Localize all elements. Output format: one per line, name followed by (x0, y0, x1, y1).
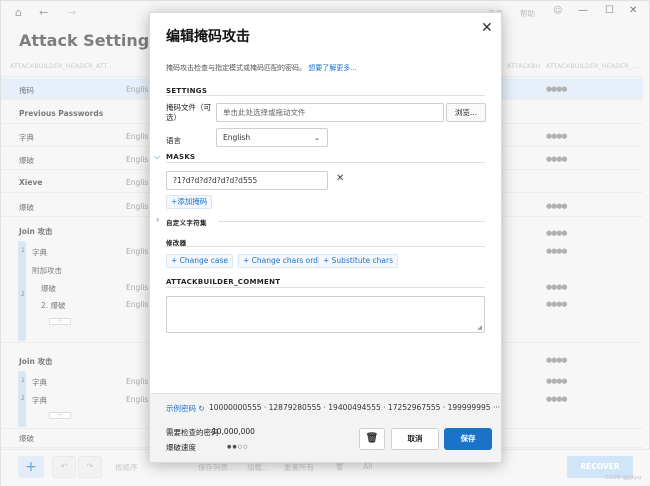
chevron-right-icon[interactable]: › (156, 215, 159, 224)
sample-passwords-values: 10000000555 · 12879280555 · 19400494555 … (209, 403, 501, 412)
comment-textarea[interactable]: ◢ (166, 296, 485, 333)
divider (166, 162, 485, 163)
dialog-footer: 示例密码 ↻ 10000000555 · 12879280555 · 19400… (150, 393, 501, 462)
learn-more-link[interactable]: 想要了解更多... (308, 64, 357, 72)
sample-passwords-link[interactable]: 示例密码 ↻ (166, 403, 205, 414)
passwords-to-check-value: 10,000,000 (212, 427, 255, 436)
resize-grip-icon[interactable]: ◢ (477, 324, 482, 331)
dialog-description: 掩码攻击检查与指定模式或掩码匹配的密码。 想要了解更多... (166, 64, 357, 72)
divider (218, 221, 485, 222)
change-chars-order-button[interactable]: + Change chars order (238, 254, 331, 268)
change-case-button[interactable]: + Change case (166, 254, 234, 268)
comment-section-label: ATTACKBUILDER_COMMENT (166, 278, 281, 286)
mask-input[interactable]: ?1?d?d?d?d?d?d?d555 (166, 171, 328, 190)
save-button[interactable]: 保存 (444, 428, 492, 450)
edit-mask-attack-dialog: 编辑掩码攻击 ✕ 掩码攻击检查与指定模式或掩码匹配的密码。 想要了解更多... … (149, 12, 502, 463)
custom-charset-label[interactable]: 自定义字符集 (166, 217, 207, 227)
refresh-icon: ↻ (198, 404, 205, 413)
chevron-down-icon[interactable]: ⌵ (154, 152, 160, 162)
passwords-to-check-label: 需要检查的密码 (166, 428, 219, 437)
dialog-title: 编辑掩码攻击 (166, 29, 250, 45)
language-label: 语言 (166, 136, 181, 145)
language-select[interactable]: English ⌄ (216, 128, 328, 147)
masks-section-label: MASKS (166, 153, 196, 161)
speed-indicator: ●●○○ (227, 444, 249, 450)
chevron-down-icon: ⌄ (314, 134, 320, 142)
browse-button[interactable]: 浏览... (446, 103, 486, 122)
add-mask-button[interactable]: +添加掩码 (166, 195, 213, 209)
divider (166, 287, 485, 288)
divider (166, 246, 485, 247)
close-icon[interactable]: ✕ (481, 20, 493, 36)
mask-file-label: 掩码文件（可选） (166, 103, 211, 122)
trash-icon[interactable]: 🗑 (359, 428, 385, 450)
substitute-chars-button[interactable]: + Substitute chars (318, 254, 398, 268)
cancel-button[interactable]: 取消 (391, 428, 439, 450)
divider (166, 95, 485, 96)
speed-label: 爆破速度 (166, 443, 196, 452)
remove-mask-icon[interactable]: ✕ (336, 173, 344, 184)
settings-section-label: SETTINGS (166, 87, 208, 95)
mask-file-input[interactable]: 单击此处选择或拖动文件 (216, 103, 444, 122)
